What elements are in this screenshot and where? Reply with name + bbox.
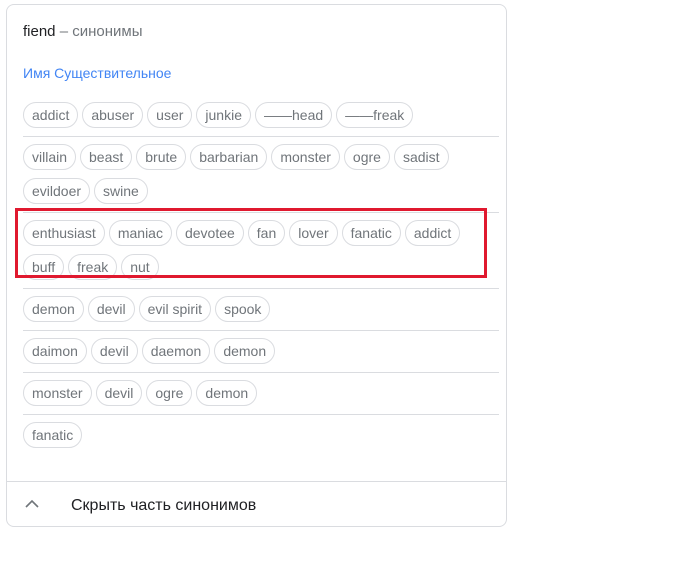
synonym-chip[interactable]: freak bbox=[68, 254, 118, 280]
synonym-chip[interactable]: spook bbox=[215, 296, 271, 322]
synonym-group: enthusiast maniac devotee fan lover fanatic ad… bbox=[23, 213, 499, 289]
synonyms-card: fiend – синонимы Имя Существительное add… bbox=[6, 4, 507, 527]
synonym-chip[interactable]: devil bbox=[87, 296, 135, 322]
synonym-groups: addict abuser user junkie ——head ——freak villa… bbox=[23, 95, 499, 456]
synonym-chip[interactable]: ogre bbox=[146, 380, 193, 406]
synonym-group: addict abuser user junkie ——head ——freak bbox=[23, 95, 499, 137]
synonym-chip[interactable]: lover bbox=[289, 220, 338, 246]
synonym-group: fanatic bbox=[23, 415, 499, 456]
synonym-chip[interactable]: sadist bbox=[393, 144, 449, 170]
synonym-chip[interactable]: addict bbox=[23, 102, 79, 128]
synonym-chip[interactable]: daemon bbox=[141, 338, 211, 364]
synonym-chip[interactable]: evil spirit bbox=[138, 296, 212, 322]
synonym-chip[interactable]: devotee bbox=[175, 220, 244, 246]
synonym-chip[interactable]: daimon bbox=[23, 338, 87, 364]
synonym-chip[interactable]: enthusiast bbox=[23, 220, 105, 246]
hide-synonyms-label: Скрыть часть синонимов bbox=[71, 497, 257, 514]
synonym-chip[interactable]: monster bbox=[271, 144, 340, 170]
synonym-chip[interactable]: fanatic bbox=[23, 422, 83, 448]
part-of-speech-label: Имя Существительное bbox=[23, 65, 172, 81]
synonym-chip[interactable]: evildoer bbox=[23, 178, 91, 204]
synonym-chip[interactable]: devil bbox=[90, 338, 138, 364]
synonym-chip[interactable]: ogre bbox=[343, 144, 390, 170]
synonym-group: demon devil evil spirit spook bbox=[23, 289, 499, 331]
synonym-chip[interactable]: barbarian bbox=[190, 144, 268, 170]
synonym-group: monster devil ogre demon bbox=[23, 373, 499, 415]
synonym-chip[interactable]: demon bbox=[214, 338, 276, 364]
synonym-chip[interactable]: buff bbox=[23, 254, 65, 280]
card-header: fiend – синонимы bbox=[23, 22, 142, 42]
synonym-chip[interactable]: fanatic bbox=[341, 220, 401, 246]
synonym-chip[interactable]: demon bbox=[23, 296, 84, 322]
synonym-chip[interactable]: monster bbox=[23, 380, 92, 406]
synonym-chip[interactable]: maniac bbox=[108, 220, 172, 246]
synonym-chip[interactable]: ——head bbox=[255, 102, 333, 128]
synonym-chip[interactable]: addict bbox=[404, 220, 461, 246]
synonym-chip[interactable]: fan bbox=[247, 220, 286, 246]
synonym-chip[interactable]: devil bbox=[95, 380, 143, 406]
query-word: fiend bbox=[23, 23, 56, 40]
synonym-group: daimon devil daemon demon bbox=[23, 331, 499, 373]
synonym-chip[interactable]: junkie bbox=[196, 102, 251, 128]
synonym-group: villain beast brute barbarian monster ogre sad… bbox=[23, 137, 499, 213]
synonym-chip[interactable]: ——freak bbox=[336, 102, 414, 128]
synonym-chip[interactable]: abuser bbox=[82, 102, 144, 128]
header-subtitle: синонимы bbox=[72, 23, 143, 40]
synonym-chip[interactable]: villain bbox=[23, 144, 77, 170]
synonym-chip[interactable]: nut bbox=[121, 254, 159, 280]
synonym-chip[interactable]: brute bbox=[136, 144, 187, 170]
synonym-chip[interactable]: beast bbox=[80, 144, 133, 170]
synonym-chip[interactable]: swine bbox=[94, 178, 148, 204]
synonym-chip[interactable]: demon bbox=[196, 380, 258, 406]
header-separator: – bbox=[59, 23, 69, 40]
chevron-up-icon bbox=[23, 495, 41, 513]
hide-synonyms-toggle[interactable]: Скрыть часть синонимов bbox=[7, 482, 506, 527]
synonym-chip[interactable]: user bbox=[147, 102, 193, 128]
